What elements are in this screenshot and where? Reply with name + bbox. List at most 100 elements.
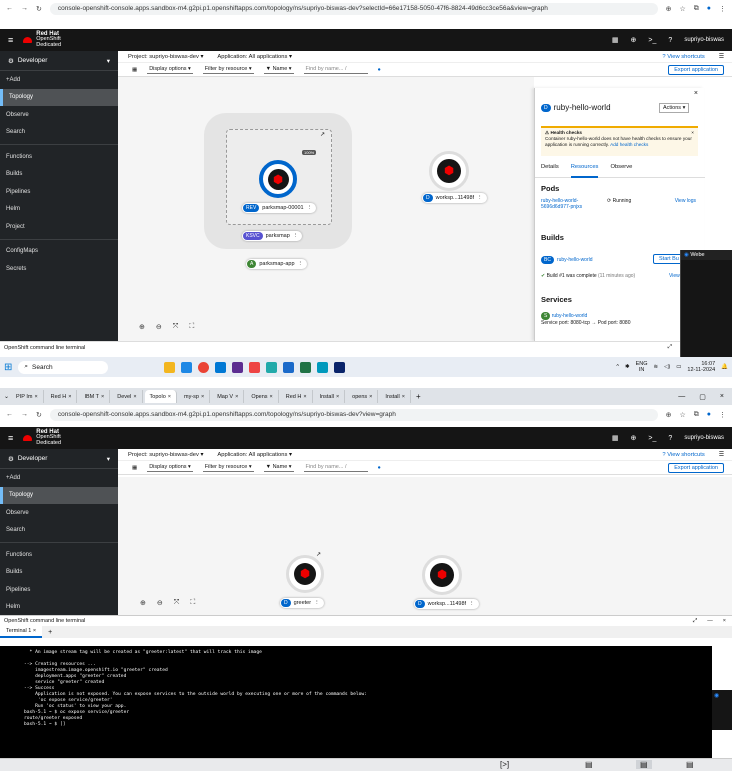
- open-url-icon[interactable]: ↗: [320, 131, 325, 138]
- close-icon[interactable]: ×: [691, 130, 694, 136]
- list-view-icon[interactable]: ☰: [719, 54, 724, 60]
- taskbar-app-icon[interactable]: [181, 361, 193, 373]
- sidebar-item-configmaps[interactable]: ConfigMaps: [0, 243, 118, 261]
- list-view-icon[interactable]: ☰: [719, 452, 724, 458]
- reload-icon[interactable]: ↻: [36, 411, 42, 419]
- windows-start-icon[interactable]: ⊞: [4, 362, 12, 373]
- taskbar-app-icon[interactable]: [164, 361, 176, 373]
- kebab-icon[interactable]: ⋮: [298, 261, 304, 267]
- revision-node[interactable]: ⬢: [259, 160, 297, 198]
- extensions-icon[interactable]: ⧉: [694, 5, 699, 13]
- browser-tab[interactable]: my-sp ×: [178, 390, 211, 403]
- perspective-switcher[interactable]: ⚙ Developer ▾: [0, 51, 118, 71]
- info-icon[interactable]: ●: [378, 67, 381, 73]
- address-bar[interactable]: console-openshift-console.apps.sandbox-m…: [49, 2, 658, 15]
- browser-tab[interactable]: Opens ×: [246, 390, 279, 403]
- perspective-switcher[interactable]: ⚙ Developer ▾: [0, 449, 118, 469]
- view-shortcuts-link[interactable]: ? View shortcuts: [662, 452, 704, 458]
- back-icon[interactable]: ←: [6, 411, 13, 418]
- browser-tab[interactable]: Map V ×: [212, 390, 245, 403]
- zoom-icon[interactable]: ⊕: [666, 5, 672, 13]
- user-menu[interactable]: supriyo-biswas: [684, 435, 724, 441]
- service-link[interactable]: ruby-hello-world: [552, 313, 588, 319]
- browser-tab[interactable]: Red H ×: [45, 390, 78, 403]
- browser-tab[interactable]: Install ×: [314, 390, 346, 403]
- workspace-label[interactable]: Dworksp...11498f ⋮: [414, 599, 479, 609]
- tab-list-icon[interactable]: ⌄: [4, 393, 9, 400]
- tab-resources[interactable]: Resources: [570, 164, 599, 178]
- project-dropdown[interactable]: Project: supriyo-biswas-dev ▾: [128, 54, 203, 60]
- browser-tab[interactable]: Install ×: [380, 390, 411, 403]
- taskbar-app-icon[interactable]: [232, 361, 244, 373]
- sidebar-item-observe[interactable]: Observe: [0, 106, 118, 124]
- apps-grid-icon[interactable]: ▦: [612, 434, 619, 442]
- expand-icon[interactable]: ⤢: [668, 344, 672, 351]
- minimize-icon[interactable]: —: [678, 393, 685, 400]
- terminal-output[interactable]: * An image stream tag will be created as…: [0, 646, 712, 758]
- chrome-icon[interactable]: [198, 361, 210, 373]
- ksvc-label[interactable]: KSVC parksmap ⋮: [242, 231, 303, 241]
- battery-icon[interactable]: ▭: [676, 364, 681, 370]
- forward-icon[interactable]: →: [21, 5, 28, 12]
- close-icon[interactable]: ×: [694, 90, 698, 97]
- greeter-label[interactable]: Dgreeter ⋮: [280, 598, 324, 608]
- kebab-icon[interactable]: ⋮: [477, 195, 483, 201]
- forward-icon[interactable]: →: [21, 411, 28, 418]
- close-icon[interactable]: ×: [723, 618, 726, 624]
- taskbar-app-icon[interactable]: [266, 361, 278, 373]
- docs-icon[interactable]: ▤: [585, 760, 593, 769]
- view-shortcuts-link[interactable]: ? View shortcuts: [662, 54, 704, 60]
- taskbar-app-icon[interactable]: [283, 361, 295, 373]
- terminal-tab[interactable]: Terminal 1 ×: [0, 626, 43, 638]
- taskbar-search[interactable]: ⌕ Search: [18, 360, 109, 374]
- tray-app-icon[interactable]: ✱: [625, 364, 630, 370]
- sidebar-item-functions[interactable]: Functions: [0, 546, 118, 564]
- find-by-name-input[interactable]: Find by name... /: [303, 463, 368, 472]
- sidebar-item-add[interactable]: +Add: [0, 469, 118, 487]
- fit-screen-icon[interactable]: ⤧: [173, 323, 179, 331]
- sidebar-item-add[interactable]: +Add: [0, 71, 118, 89]
- sidebar-item-topology[interactable]: Topology: [0, 88, 118, 106]
- fit-screen-icon[interactable]: ⤧: [174, 599, 180, 607]
- reset-view-icon[interactable]: ⛶: [190, 599, 195, 607]
- find-by-name-input[interactable]: Find by name... /: [303, 65, 368, 74]
- profile-icon[interactable]: ●: [707, 411, 711, 418]
- browser-tab[interactable]: PIP Im ×: [11, 390, 44, 403]
- taskbar-app-icon[interactable]: [300, 361, 312, 373]
- sidebar-item-search[interactable]: Search: [0, 522, 118, 540]
- tab-observe[interactable]: Observe: [610, 164, 632, 177]
- browser-tab[interactable]: opens ×: [347, 390, 379, 403]
- display-options-dropdown[interactable]: Display options ▾: [147, 65, 193, 74]
- project-dropdown[interactable]: Project: supriyo-biswas-dev ▾: [128, 452, 203, 458]
- apps-grid-icon[interactable]: ▦: [612, 36, 619, 44]
- user-menu[interactable]: supriyo-biswas: [684, 37, 724, 43]
- terminal-icon[interactable]: [>]: [500, 760, 509, 769]
- kebab-icon[interactable]: ⋮: [293, 233, 299, 239]
- zoom-out-icon[interactable]: ⊖: [156, 323, 162, 331]
- application-dropdown[interactable]: Application: All applications ▾: [217, 452, 291, 458]
- webex-window[interactable]: ◉: [712, 690, 732, 730]
- add-health-checks-link[interactable]: Add health checks: [610, 142, 648, 147]
- sidebar-item-pipelines[interactable]: Pipelines: [0, 581, 118, 599]
- kebab-icon[interactable]: ⋮: [307, 205, 313, 211]
- sidebar-item-project[interactable]: Project: [0, 218, 118, 236]
- hamburger-icon[interactable]: ≡: [8, 433, 13, 443]
- profile-icon[interactable]: ●: [707, 5, 711, 12]
- sidebar-item-observe[interactable]: Observe: [0, 504, 118, 522]
- zoom-icon[interactable]: ⊕: [666, 411, 672, 419]
- brand-logo[interactable]: Red Hat OpenShift Dedicated: [23, 31, 61, 49]
- terminal-icon[interactable]: >_: [648, 435, 656, 442]
- kebab-icon[interactable]: ⋮: [469, 601, 475, 607]
- workspace-node[interactable]: ⬢: [429, 151, 469, 191]
- sidebar-item-helm[interactable]: Helm: [0, 599, 118, 616]
- actions-dropdown[interactable]: Actions ▾: [659, 103, 690, 113]
- sidebar-item-search[interactable]: Search: [0, 124, 118, 142]
- reset-view-icon[interactable]: ⛶: [189, 323, 194, 331]
- kebab-icon[interactable]: ⋮: [314, 600, 320, 606]
- zoom-in-icon[interactable]: ⊕: [140, 599, 146, 607]
- add-icon[interactable]: ⊕: [631, 36, 637, 44]
- notes-icon[interactable]: ▤: [636, 760, 652, 769]
- filter-resource-dropdown[interactable]: Filter by resource ▾: [202, 65, 254, 74]
- address-bar[interactable]: console-openshift-console.apps.sandbox-m…: [49, 408, 658, 421]
- name-filter-dropdown[interactable]: ▼ Name ▾: [263, 463, 294, 472]
